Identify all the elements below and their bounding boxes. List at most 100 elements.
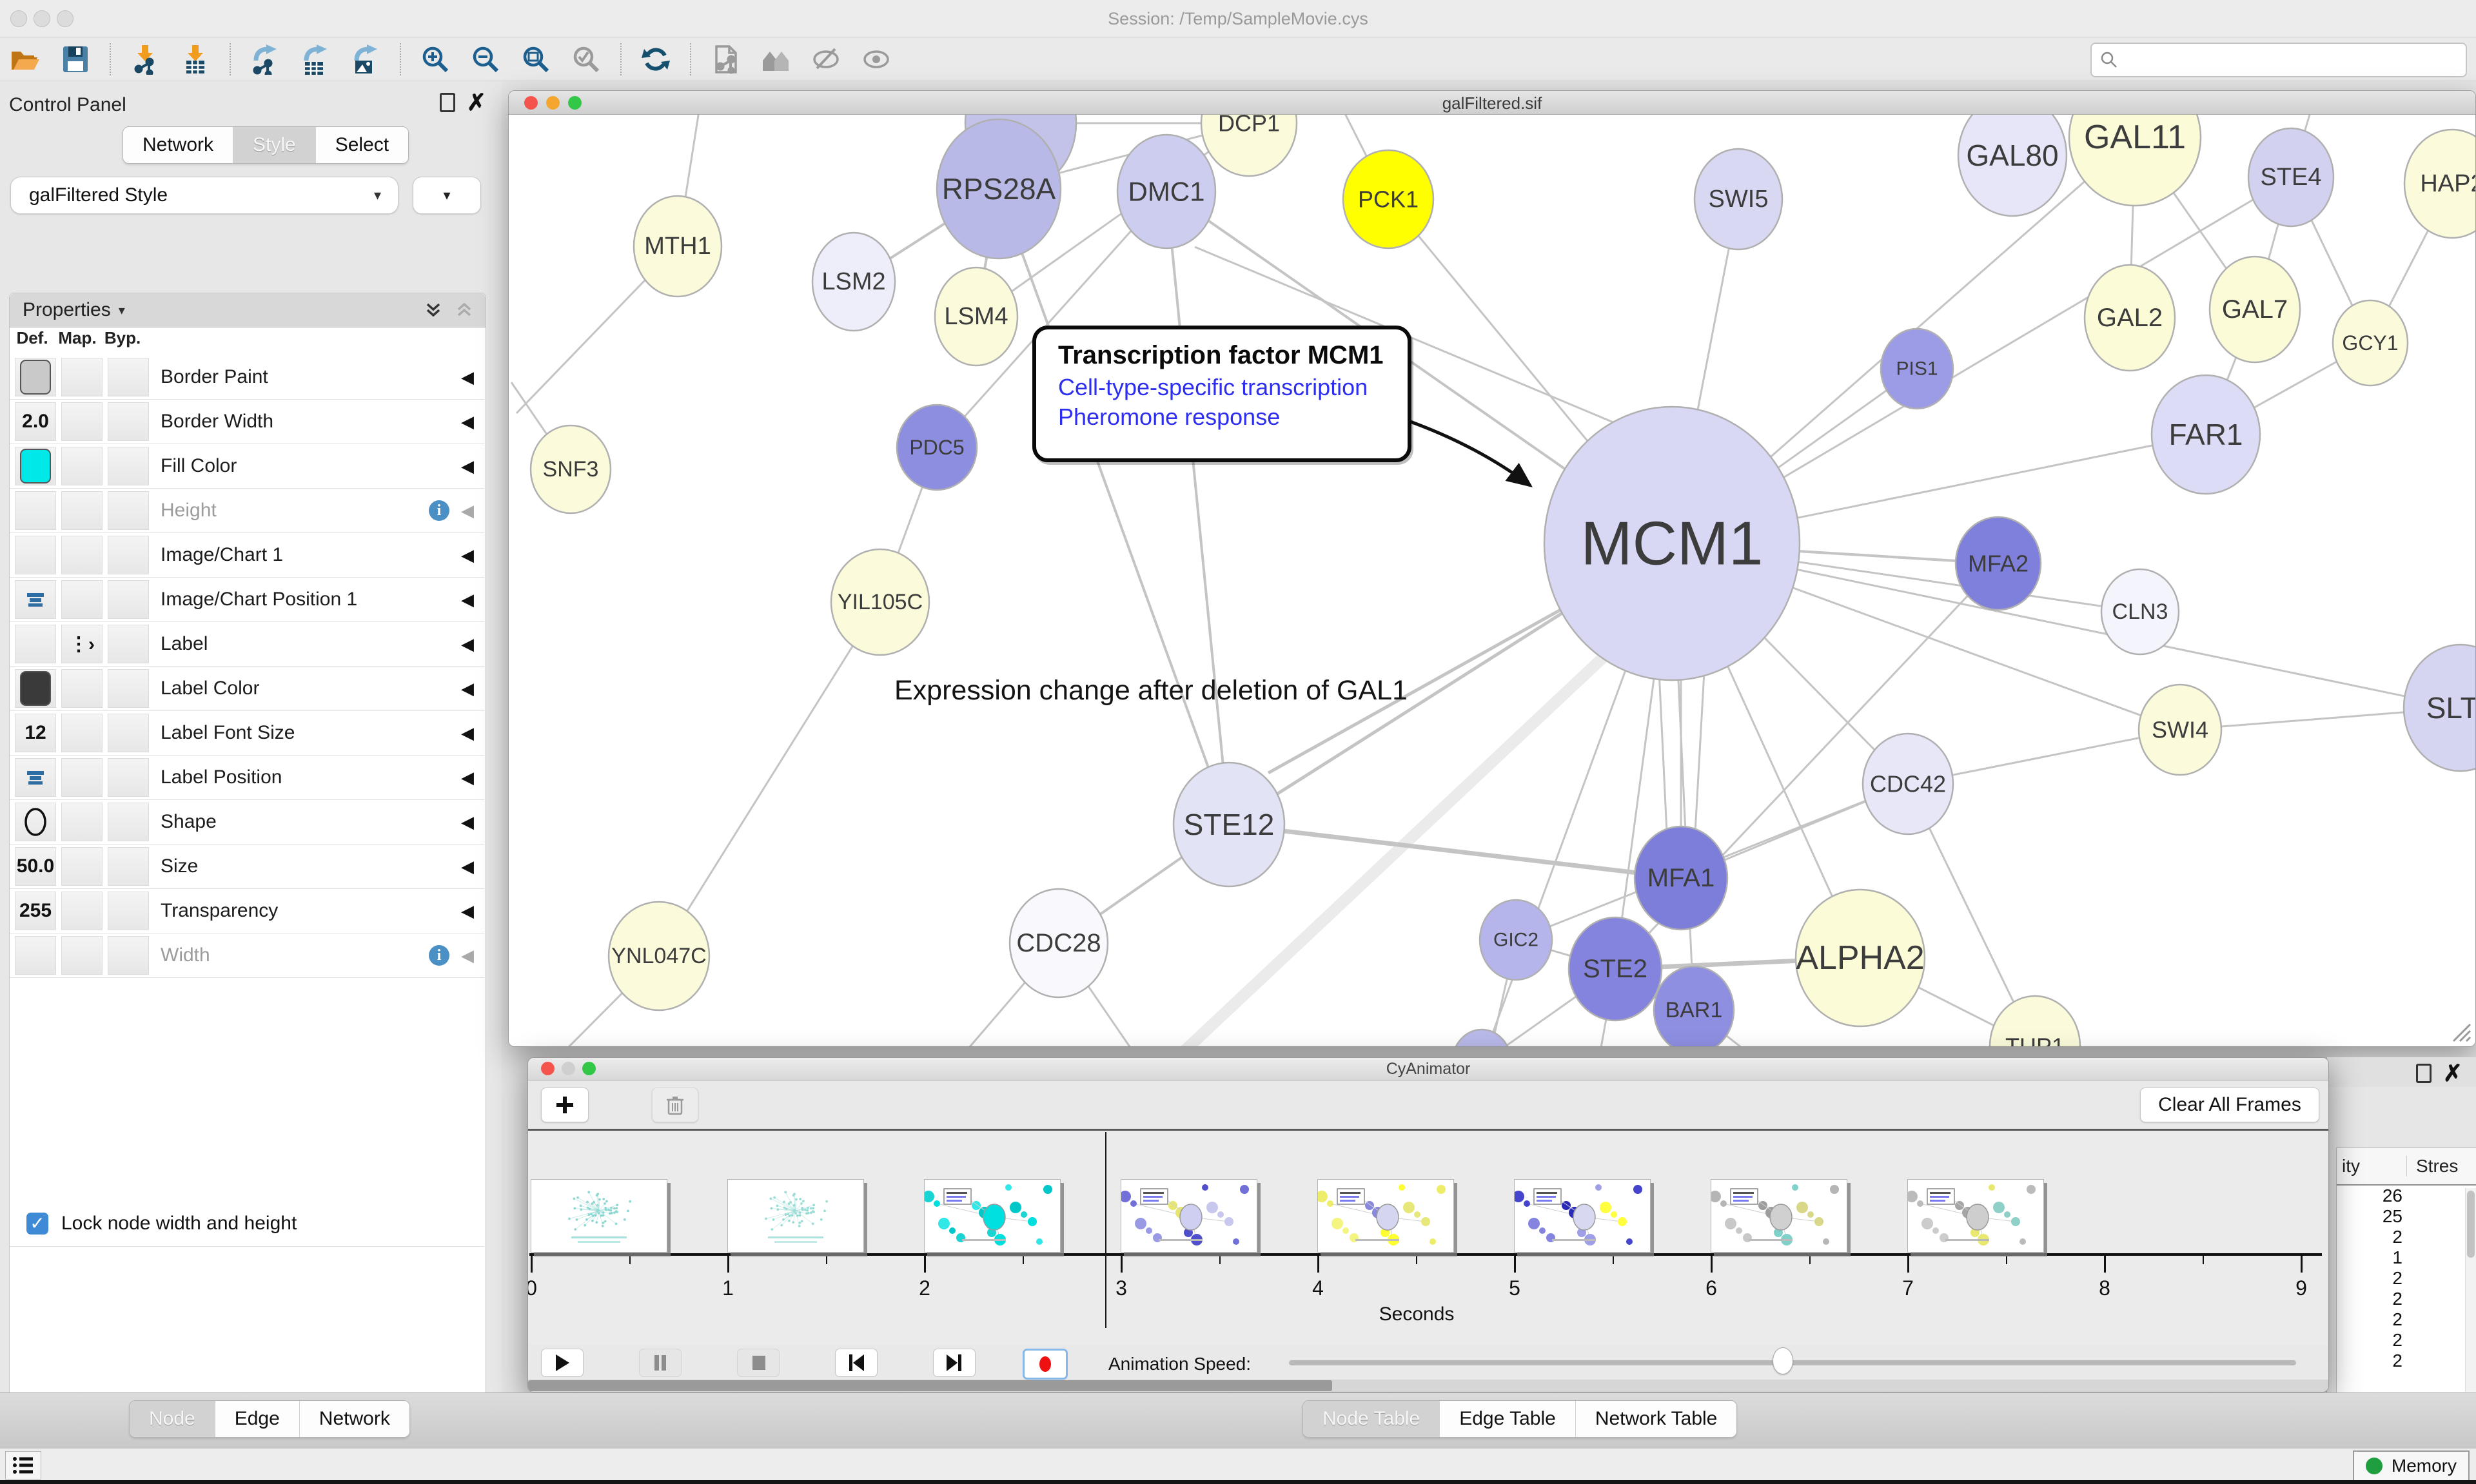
default-value-cell[interactable] <box>15 625 56 663</box>
node-yil105c[interactable]: YIL105C <box>831 549 929 655</box>
table-row[interactable]: 2 <box>2337 1351 2476 1371</box>
import-network-icon[interactable] <box>125 42 165 77</box>
cyanimator-titlebar[interactable]: CyAnimator <box>528 1058 2328 1080</box>
bypass-cell[interactable] <box>108 847 149 886</box>
mapping-cell[interactable] <box>61 803 103 841</box>
node-rps28a[interactable]: RPS28A <box>937 119 1061 259</box>
node-cln3[interactable]: CLN3 <box>2101 569 2179 654</box>
float-panel-icon[interactable] <box>2416 1064 2432 1083</box>
property-row-label-color[interactable]: Label Color ◀ <box>10 667 484 711</box>
default-value-cell[interactable] <box>15 803 56 841</box>
tab-edge-table[interactable]: Edge Table <box>1440 1401 1576 1437</box>
node-lsm4[interactable]: LSM4 <box>935 268 1017 366</box>
node-table[interactable]: ity Stres 26252122222 <box>2336 1147 2476 1396</box>
property-row-image-chart-position-1[interactable]: Image/Chart Position 1 ◀ <box>10 578 484 622</box>
task-list-button[interactable] <box>5 1451 41 1479</box>
mapping-cell[interactable] <box>61 936 103 975</box>
network-canvas[interactable]: DCP1RPS28ADMC1PCK1SWI5GAL80GAL11STE4HAP2… <box>509 115 2475 1046</box>
annotation-callout[interactable]: Transcription factor MCM1 Cell-type-spec… <box>1032 326 1411 462</box>
table-row[interactable]: 2 <box>2337 1309 2476 1330</box>
default-value-cell[interactable]: 50.0 <box>15 847 56 886</box>
mapping-cell[interactable] <box>61 892 103 930</box>
record-button[interactable] <box>1023 1349 1068 1380</box>
node-gal2[interactable]: GAL2 <box>2085 265 2175 371</box>
property-row-fill-color[interactable]: Fill Color ◀ <box>10 444 484 489</box>
info-icon[interactable]: i <box>429 500 449 521</box>
node-mcm1[interactable]: MCM1 <box>1544 407 1800 680</box>
bypass-cell[interactable] <box>108 402 149 441</box>
default-value-cell[interactable] <box>15 580 56 619</box>
show-details-icon[interactable] <box>856 42 896 77</box>
node-bar1[interactable]: BAR1 <box>1654 966 1734 1046</box>
bypass-cell[interactable] <box>108 491 149 530</box>
slider-knob[interactable] <box>1773 1347 1793 1374</box>
node-swi5[interactable]: SWI5 <box>1695 149 1782 249</box>
style-options-button[interactable]: ▾ <box>413 177 481 214</box>
default-value-cell[interactable] <box>15 536 56 574</box>
skip-to-end-button[interactable] <box>933 1349 976 1377</box>
property-row-width[interactable]: Width i ◀ <box>10 933 484 978</box>
property-row-shape[interactable]: Shape ◀ <box>10 800 484 845</box>
expand-arrow-icon[interactable]: ◀ <box>461 545 474 565</box>
expand-arrow-icon[interactable]: ◀ <box>461 857 474 877</box>
mapping-cell[interactable] <box>61 536 103 574</box>
table-row[interactable]: 2 <box>2337 1289 2476 1309</box>
frame-thumbnail-6[interactable] <box>1514 1179 1651 1253</box>
tab-select[interactable]: Select <box>316 127 408 163</box>
mapping-cell[interactable]: ⋮› <box>61 625 103 663</box>
expand-arrow-icon[interactable]: ◀ <box>461 679 474 699</box>
default-value-cell[interactable]: 12 <box>15 714 56 752</box>
frame-thumbnail-8[interactable] <box>1907 1179 2044 1253</box>
mapping-cell[interactable] <box>61 847 103 886</box>
import-table-icon[interactable] <box>175 42 215 77</box>
pause-button[interactable] <box>639 1349 682 1377</box>
bypass-cell[interactable] <box>108 936 149 975</box>
default-value-cell[interactable] <box>15 491 56 530</box>
node-mfa1[interactable]: MFA1 <box>1635 826 1727 930</box>
property-row-size[interactable]: 50.0 Size ◀ <box>10 845 484 889</box>
node-gal7[interactable]: GAL7 <box>2210 257 2300 362</box>
property-row-height[interactable]: Height i ◀ <box>10 489 484 533</box>
zoom-selected-icon[interactable] <box>566 42 606 77</box>
property-row-border-paint[interactable]: Border Paint ◀ <box>10 355 484 400</box>
export-image-icon[interactable] <box>346 42 386 77</box>
close-panel-icon[interactable]: ✗ <box>467 95 486 110</box>
bypass-cell[interactable] <box>108 536 149 574</box>
tab-network[interactable]: Network <box>300 1401 409 1437</box>
table-row[interactable]: 2 <box>2337 1330 2476 1351</box>
frame-thumbnail-3[interactable] <box>924 1179 1061 1253</box>
table-row[interactable]: 2 <box>2337 1227 2476 1247</box>
expand-arrow-icon[interactable]: ◀ <box>461 367 474 387</box>
network-file-icon[interactable] <box>705 42 745 77</box>
node-lsm2[interactable]: LSM2 <box>812 233 895 331</box>
bypass-cell[interactable] <box>108 758 149 797</box>
mapping-cell[interactable] <box>61 714 103 752</box>
export-table-icon[interactable] <box>295 42 335 77</box>
property-row-label-position[interactable]: Label Position ◀ <box>10 756 484 800</box>
timeline-playhead[interactable] <box>1105 1132 1106 1328</box>
default-value-cell[interactable] <box>15 447 56 485</box>
collapse-all-icon[interactable] <box>422 299 444 321</box>
node-mth1[interactable]: MTH1 <box>634 196 722 297</box>
bypass-cell[interactable] <box>108 803 149 841</box>
frame-thumbnail-4[interactable] <box>1121 1179 1257 1253</box>
info-icon[interactable]: i <box>429 945 449 966</box>
expand-arrow-icon[interactable]: ◀ <box>461 901 474 921</box>
bypass-cell[interactable] <box>108 625 149 663</box>
property-row-border-width[interactable]: 2.0 Border Width ◀ <box>10 400 484 444</box>
property-row-image-chart-1[interactable]: Image/Chart 1 ◀ <box>10 533 484 578</box>
frame-thumbnail-7[interactable] <box>1711 1179 1847 1253</box>
expand-arrow-icon[interactable]: ◀ <box>461 812 474 832</box>
zoom-fit-icon[interactable] <box>516 42 556 77</box>
play-button[interactable] <box>541 1349 584 1377</box>
overview-icon[interactable] <box>756 42 796 77</box>
property-row-label[interactable]: ⋮› Label ◀ <box>10 622 484 667</box>
tab-node[interactable]: Node <box>130 1401 215 1437</box>
expand-arrow-icon[interactable]: ◀ <box>461 723 474 743</box>
node-gic2[interactable]: GIC2 <box>1480 900 1552 980</box>
node-mfa2[interactable]: MFA2 <box>1956 517 2041 610</box>
timeline-scrollbar[interactable] <box>528 1380 2328 1392</box>
stop-button[interactable] <box>737 1349 780 1377</box>
float-panel-icon[interactable] <box>440 93 455 112</box>
save-icon[interactable] <box>55 42 95 77</box>
